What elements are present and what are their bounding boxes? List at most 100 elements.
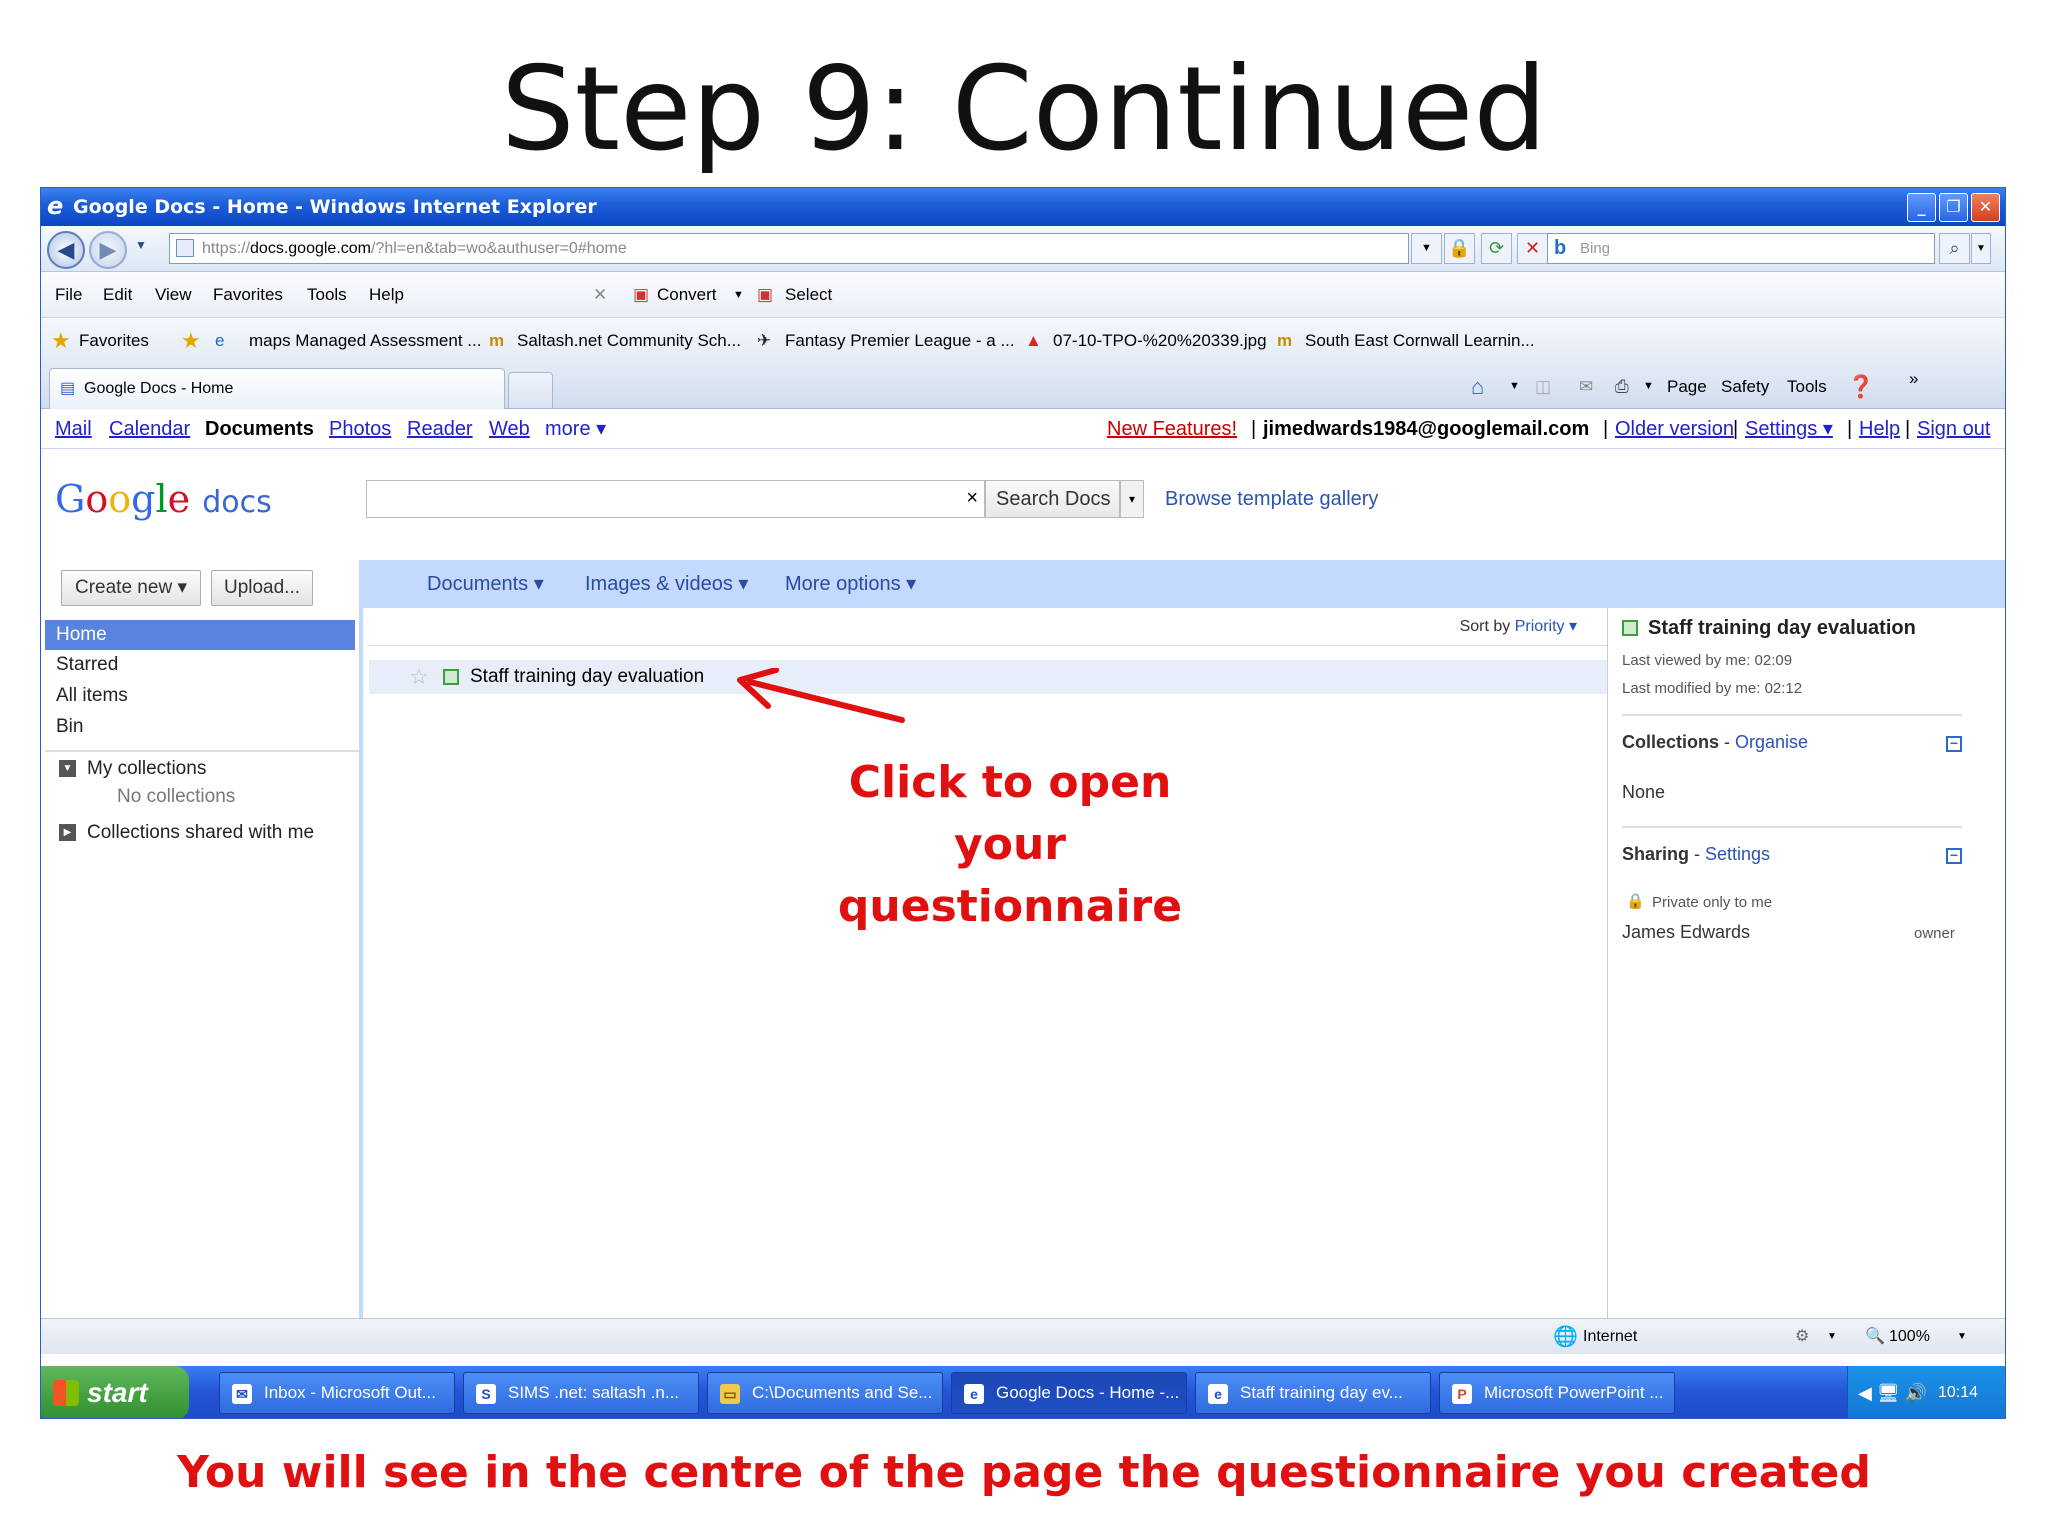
outlook-icon: ✉ (232, 1384, 252, 1404)
favorite-link[interactable]: South East Cornwall Learnin... (1305, 318, 1535, 364)
stop-icon[interactable]: ✕ (1517, 233, 1548, 264)
toolbar-close-icon[interactable]: ✕ (593, 272, 607, 318)
protected-mode-icon[interactable]: ⚙ (1795, 1319, 1809, 1355)
refresh-icon[interactable]: ⟳ (1481, 233, 1512, 264)
collapse-minus-icon[interactable]: − (1946, 848, 1962, 864)
start-button[interactable]: start (41, 1366, 189, 1418)
zoom-level[interactable]: 100% (1889, 1319, 1930, 1355)
home-dropdown-icon[interactable]: ▼ (1509, 364, 1520, 409)
safety-menu[interactable]: Safety (1721, 364, 1769, 409)
upload-button[interactable]: Upload... (211, 570, 313, 606)
favorite-link[interactable]: Fantasy Premier League - a ... (785, 318, 1015, 364)
zoom-dropdown-icon[interactable]: ▼ (1957, 1319, 1967, 1355)
taskbar-item-explorer[interactable]: ▭ C:\Documents and Se... (707, 1372, 943, 1414)
menu-help[interactable]: Help (369, 272, 404, 318)
sidebar-item-bin[interactable]: Bin (45, 712, 355, 742)
images-videos-menu[interactable]: Images & videos ▾ (585, 560, 748, 608)
sign-out-link[interactable]: Sign out (1917, 418, 1990, 440)
help-link[interactable]: Help (1859, 418, 1900, 440)
collapse-minus-icon[interactable]: − (1946, 736, 1962, 752)
last-viewed: Last viewed by me: 02:09 (1622, 652, 1793, 669)
page-menu[interactable]: Page (1667, 364, 1707, 409)
close-button[interactable]: ✕ (1971, 193, 2000, 222)
search-options-icon[interactable]: ▼ (1971, 233, 1991, 264)
help-icon[interactable]: ❓ (1847, 364, 1874, 409)
tab-google-docs[interactable]: ▤ Google Docs - Home (49, 368, 505, 409)
sidebar-item-my-collections[interactable]: ▼ My collections (45, 754, 355, 784)
document-name-link[interactable]: Staff training day evaluation (470, 660, 704, 694)
search-input[interactable]: b Bing (1547, 233, 1935, 264)
sidebar-item-all-items[interactable]: All items (45, 681, 355, 711)
create-new-button[interactable]: Create new ▾ (61, 570, 201, 606)
gbar-photos[interactable]: Photos (329, 418, 391, 440)
gbar-mail[interactable]: Mail (55, 418, 92, 440)
favorite-link[interactable]: maps Managed Assessment ... (249, 318, 481, 364)
details-title[interactable]: Staff training day evaluation (1648, 613, 1916, 643)
menu-view[interactable]: View (155, 272, 192, 318)
select-button[interactable]: Select (785, 272, 832, 318)
home-icon[interactable]: ⌂ (1471, 364, 1484, 409)
tools-menu[interactable]: Tools (1787, 364, 1827, 409)
menu-file[interactable]: File (55, 272, 82, 318)
taskbar-item-sims[interactable]: S SIMS .net: saltash .n... (463, 1372, 699, 1414)
settings-link[interactable]: Settings ▾ (1745, 418, 1833, 440)
gbar-web[interactable]: Web (489, 418, 530, 440)
search-go-icon[interactable]: ⌕ (1939, 233, 1970, 264)
gbar-calendar[interactable]: Calendar (109, 418, 190, 440)
address-dropdown-icon[interactable]: ▼ (1411, 233, 1442, 264)
favorites-button[interactable]: Favorites (79, 318, 149, 364)
taskbar-item-google-docs[interactable]: e Google Docs - Home -... (951, 1372, 1187, 1414)
taskbar-item-outlook[interactable]: ✉ Inbox - Microsoft Out... (219, 1372, 455, 1414)
print-dropdown-icon[interactable]: ▼ (1643, 364, 1654, 409)
menu-favorites[interactable]: Favorites (213, 272, 283, 318)
taskbar-item-powerpoint[interactable]: P Microsoft PowerPoint ... (1439, 1372, 1675, 1414)
more-options-menu[interactable]: More options ▾ (785, 560, 916, 608)
new-features-link[interactable]: New Features! (1107, 418, 1237, 440)
mail-icon[interactable]: ✉ (1579, 364, 1593, 409)
menu-tools[interactable]: Tools (307, 272, 347, 318)
feeds-icon[interactable]: ◫ (1535, 364, 1551, 409)
table-row[interactable]: ☆ Staff training day evaluation (369, 660, 1607, 694)
taskbar-item-staff-training[interactable]: e Staff training day ev... (1195, 1372, 1431, 1414)
gbar-reader[interactable]: Reader (407, 418, 473, 440)
search-dropdown-icon[interactable]: ▾ (1120, 480, 1144, 518)
shared-collections-label: Collections shared with me (87, 822, 315, 843)
zone-dropdown-icon[interactable]: ▼ (1827, 1319, 1837, 1355)
older-version-link[interactable]: Older version (1615, 418, 1734, 440)
sidebar-item-home[interactable]: Home (45, 620, 355, 650)
search-docs-button[interactable]: Search Docs (985, 480, 1120, 518)
sidebar-item-starred[interactable]: Starred (45, 650, 355, 680)
minimize-button[interactable]: _ (1907, 193, 1936, 222)
clear-search-icon[interactable]: × (966, 487, 978, 510)
favorite-link[interactable]: Saltash.net Community Sch... (517, 318, 741, 364)
menu-edit[interactable]: Edit (103, 272, 132, 318)
print-icon[interactable]: ⎙ (1615, 364, 1629, 409)
convert-button[interactable]: Convert (657, 272, 717, 318)
security-lock-icon[interactable]: 🔒 (1444, 233, 1475, 264)
star-icon[interactable]: ☆ (409, 660, 429, 694)
organise-link[interactable]: Organise (1735, 732, 1808, 752)
expand-icon[interactable]: ▶ (59, 824, 76, 841)
owner-role: owner (1914, 925, 1955, 942)
gbar-more[interactable]: more ▾ (545, 418, 606, 440)
add-favorite-icon[interactable]: ★ (181, 318, 201, 364)
google-docs-logo[interactable]: Google docs (55, 475, 272, 527)
address-field[interactable]: https://docs.google.com/?hl=en&tab=wo&au… (169, 233, 1409, 264)
collapse-icon[interactable]: ▼ (59, 760, 76, 777)
history-dropdown-icon[interactable]: ▼ (135, 238, 147, 252)
address-domain: docs.google.com (250, 240, 371, 257)
sharing-settings-link[interactable]: Settings (1705, 844, 1770, 864)
chevron-more-icon[interactable]: » (1909, 356, 1918, 401)
favorite-link[interactable]: 07-10-TPO-%20%20339.jpg (1053, 318, 1267, 364)
tray-icons[interactable]: ◀ 🖥 🔊 (1858, 1366, 1927, 1418)
sidebar-item-shared-collections[interactable]: ▶ Collections shared with me (45, 818, 355, 848)
forward-button[interactable]: ▶ (89, 231, 127, 269)
back-button[interactable]: ◀ (47, 231, 85, 269)
sort-priority-dropdown[interactable]: Priority ▾ (1515, 618, 1577, 635)
docs-search-input[interactable]: × (366, 480, 985, 518)
restore-button[interactable]: ❐ (1939, 193, 1968, 222)
browse-template-gallery-link[interactable]: Browse template gallery (1165, 480, 1378, 518)
convert-dropdown-icon[interactable]: ▼ (733, 272, 744, 318)
new-tab-button[interactable] (508, 372, 553, 409)
documents-menu[interactable]: Documents ▾ (427, 560, 544, 608)
